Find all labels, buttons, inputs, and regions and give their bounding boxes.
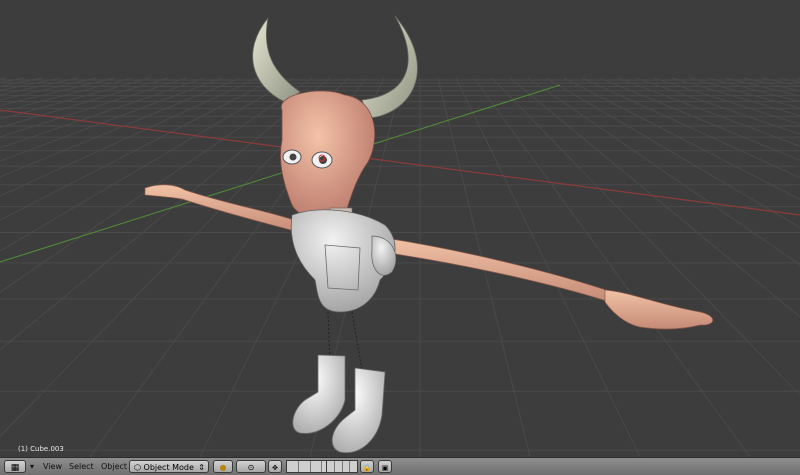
shading-select[interactable]: ● xyxy=(213,460,233,473)
select-menu[interactable]: Select xyxy=(69,460,97,473)
render-preview-button[interactable]: ▣ xyxy=(378,460,392,473)
mode-icon: ⬡ xyxy=(134,463,141,472)
object-menu[interactable]: Object xyxy=(101,460,129,473)
scene-canvas[interactable] xyxy=(0,0,800,457)
layer-buttons-second[interactable] xyxy=(326,460,358,473)
editor-type-button[interactable]: ▦ xyxy=(4,460,26,473)
manipulator-icon: ✥ xyxy=(272,464,278,472)
view3d-header: ▦ ▾ View Select Object ⬡ Object Mode ⇕ ●… xyxy=(0,457,800,475)
pivot-select[interactable]: ⊙ xyxy=(236,460,266,473)
collapse-arrow-icon[interactable]: ▾ xyxy=(30,460,40,473)
left-pupil xyxy=(289,153,297,161)
blender-window: (1) Cube.003 ▦ ▾ View Select Object ⬡ Ob… xyxy=(0,0,800,475)
mode-select[interactable]: ⬡ Object Mode ⇕ xyxy=(129,460,209,473)
mode-arrows-icon: ⇕ xyxy=(198,463,205,472)
viewport-background xyxy=(0,0,800,457)
view-menu[interactable]: View xyxy=(43,460,65,473)
3d-viewport[interactable]: (1) Cube.003 xyxy=(0,0,800,457)
pivot-icon: ⊙ xyxy=(247,463,255,472)
grid-icon: ▦ xyxy=(10,463,20,473)
sphere-icon: ● xyxy=(219,463,227,472)
active-object-label: (1) Cube.003 xyxy=(18,445,64,453)
manipulator-toggle[interactable]: ✥ xyxy=(268,460,282,473)
lock-layers-button[interactable]: 🔒 xyxy=(360,460,374,473)
image-icon: ▣ xyxy=(381,464,389,472)
mode-label: Object Mode xyxy=(143,463,194,472)
lock-icon: 🔒 xyxy=(362,464,372,472)
